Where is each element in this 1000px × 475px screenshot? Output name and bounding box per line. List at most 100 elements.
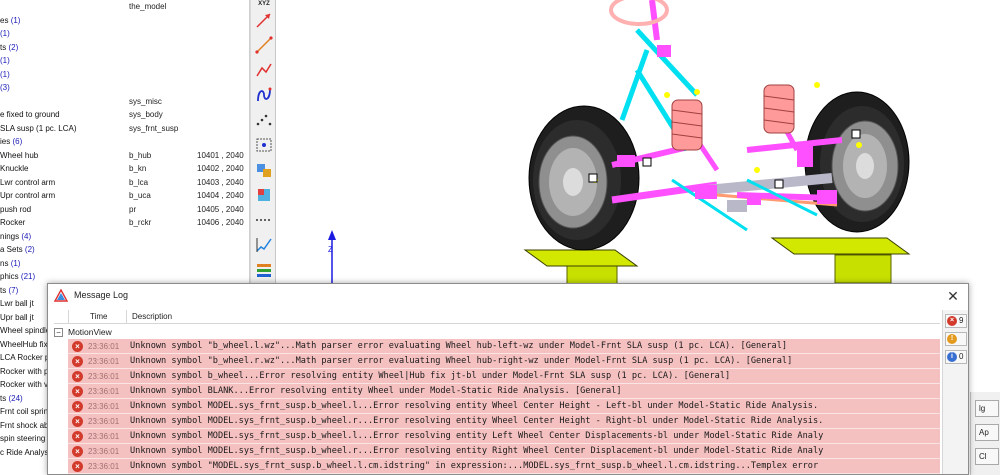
message-list[interactable]: × 23:36:01 Unknown symbol "b_wheel.l.wz"..… bbox=[68, 339, 940, 475]
message-group-label: MotionView bbox=[68, 327, 112, 337]
browser-row[interactable]: push rod pr 10405 , 2040 bbox=[0, 203, 249, 217]
error-icon: × bbox=[72, 386, 83, 397]
message-row[interactable]: × 23:36:01 Unknown symbol "b_wheel.r.wz"..… bbox=[68, 354, 940, 369]
message-time: 23:36:01 bbox=[88, 417, 120, 426]
dotted-line-icon[interactable] bbox=[254, 210, 274, 230]
message-row[interactable]: × 23:36:01 Unknown symbol "b_wheel.l.wz"..… bbox=[68, 339, 940, 354]
browser-row-label: a Sets (2) bbox=[0, 243, 35, 257]
error-count: 9 bbox=[959, 316, 964, 325]
browser-row[interactable]: Upr control arm b_uca 10404 , 2040 bbox=[0, 189, 249, 203]
browser-row-name: Upr ball jt bbox=[0, 312, 34, 322]
message-row[interactable]: × 23:36:01 Unknown symbol MODEL.sys_frnt_s… bbox=[68, 444, 940, 459]
message-log-titlebar[interactable]: Message Log ✕ bbox=[48, 284, 968, 308]
message-time: 23:36:01 bbox=[88, 387, 120, 396]
joint-dots-icon[interactable] bbox=[254, 110, 274, 130]
message-log-window[interactable]: Message Log ✕ Time Description − MotionV… bbox=[47, 283, 969, 475]
browser-row-id: 10402 , 2040 bbox=[197, 164, 244, 173]
message-row[interactable]: × 23:36:01 Unknown symbol MODEL.sys_frnt_s… bbox=[68, 399, 940, 414]
browser-row[interactable]: Lwr control arm b_lca 10403 , 2040 bbox=[0, 176, 249, 190]
browser-row[interactable]: the_model bbox=[0, 0, 249, 14]
message-group-motionview[interactable]: − MotionView bbox=[54, 325, 940, 339]
message-filter-panel: × 9! i 0 bbox=[942, 310, 968, 474]
browser-row[interactable]: Wheel hub b_hub 10401 , 2040 bbox=[0, 149, 249, 163]
browser-row-label: LCA Rocker p bbox=[0, 351, 49, 365]
browser-row[interactable]: (1) bbox=[0, 68, 249, 82]
graph-icon[interactable] bbox=[254, 235, 274, 255]
browser-row-name: Lwr control arm bbox=[0, 177, 56, 187]
browser-row[interactable]: a Sets (2) bbox=[0, 243, 249, 257]
filter-warning-button[interactable]: ! bbox=[945, 332, 967, 346]
browser-row[interactable]: ts (2) bbox=[0, 41, 249, 55]
browser-row-count: (2) bbox=[24, 245, 35, 254]
message-time: 23:36:01 bbox=[88, 402, 120, 411]
browser-row-label: Wheel spindle bbox=[0, 324, 50, 338]
browser-row-count: (6) bbox=[12, 137, 23, 146]
browser-row[interactable]: ies (6) bbox=[0, 135, 249, 149]
browser-row[interactable]: e fixed to ground sys_body bbox=[0, 108, 249, 122]
column-time-header[interactable]: Time bbox=[90, 312, 107, 321]
browser-row[interactable]: (3) bbox=[0, 81, 249, 95]
browser-row[interactable]: phics (21) bbox=[0, 270, 249, 284]
browser-row-label: Frnt shock abs bbox=[0, 419, 52, 433]
message-row[interactable]: × 23:36:01 Unknown symbol BLANK...Error re… bbox=[68, 384, 940, 399]
browser-row-variable: b_kn bbox=[129, 164, 147, 173]
close-button[interactable]: ✕ bbox=[942, 286, 964, 306]
polyline-icon[interactable] bbox=[254, 60, 274, 80]
collapse-toggle-icon[interactable]: − bbox=[54, 328, 63, 337]
contour-icon[interactable] bbox=[254, 185, 274, 205]
browser-row[interactable]: SLA susp (1 pc. LCA) sys_frnt_susp bbox=[0, 122, 249, 136]
message-row[interactable]: × 23:36:01 Unknown symbol MODEL.sys_frnt_s… bbox=[68, 414, 940, 429]
spring-icon[interactable] bbox=[254, 85, 274, 105]
error-icon: × bbox=[72, 416, 83, 427]
browser-row-name: SLA susp (1 pc. LCA) bbox=[0, 123, 77, 133]
browser-row-label: spin steering bbox=[0, 432, 45, 446]
column-description-header[interactable]: Description bbox=[132, 312, 172, 321]
message-time: 23:36:01 bbox=[88, 447, 120, 456]
line-marker-icon[interactable] bbox=[254, 35, 274, 55]
browser-row-name: ns bbox=[0, 258, 9, 268]
browser-row-label: (1) bbox=[0, 54, 10, 68]
browser-row-label: Wheel hub bbox=[0, 149, 38, 163]
browser-row-name: Upr control arm bbox=[0, 191, 56, 200]
point-move-icon[interactable] bbox=[254, 135, 274, 155]
browser-row[interactable]: sys_misc bbox=[0, 95, 249, 109]
suspension-links bbox=[611, 0, 843, 232]
browser-row-count: (2) bbox=[8, 42, 19, 52]
browser-row-name: Lwr ball jt bbox=[0, 299, 34, 308]
message-row[interactable]: × 23:36:01 Unknown symbol MODEL.sys_frnt_s… bbox=[68, 429, 940, 444]
message-row[interactable]: × 23:36:01 Unknown symbol b_wheel...Error … bbox=[68, 369, 940, 384]
browser-row-name: Rocker with v bbox=[0, 380, 49, 389]
browser-row-count: (7) bbox=[8, 285, 19, 295]
browser-row-count: (1) bbox=[0, 56, 10, 65]
background-dialog-button[interactable]: Ap bbox=[975, 424, 999, 441]
filter-info-button[interactable]: i0 bbox=[945, 350, 967, 364]
info-icon: i bbox=[947, 352, 957, 362]
message-row[interactable]: × 23:36:01 Unknown symbol "MODEL.sys_frnt_… bbox=[68, 459, 940, 474]
background-dialog-button[interactable]: lg bbox=[975, 400, 999, 417]
browser-row[interactable]: Knuckle b_kn 10402 , 2040 bbox=[0, 162, 249, 176]
browser-row[interactable]: Rocker b_rckr 10406 , 2040 bbox=[0, 216, 249, 230]
browser-row-variable: b_uca bbox=[129, 191, 151, 200]
browser-row[interactable]: (1) bbox=[0, 27, 249, 41]
stack-icon[interactable] bbox=[254, 260, 274, 280]
browser-row[interactable]: ns (1) bbox=[0, 257, 249, 271]
browser-row-name: spin steering bbox=[0, 434, 46, 443]
axis-z-label: Z bbox=[328, 245, 333, 254]
message-log-column-header: Time Description bbox=[54, 310, 940, 324]
browser-row[interactable]: es (1) bbox=[0, 14, 249, 28]
browser-row-label: ns (1) bbox=[0, 257, 20, 271]
browser-row[interactable]: nings (4) bbox=[0, 230, 249, 244]
browser-row-id: 10403 , 2040 bbox=[197, 177, 244, 187]
browser-row-count: (1) bbox=[0, 29, 10, 38]
body-icon[interactable] bbox=[254, 160, 274, 180]
browser-row-name: Rocker bbox=[0, 218, 26, 227]
background-dialog-button[interactable]: Cl bbox=[975, 448, 999, 465]
filter-error-button[interactable]: × 9 bbox=[945, 314, 967, 328]
browser-row[interactable]: (1) bbox=[0, 54, 249, 68]
browser-row-label: ts (2) bbox=[0, 41, 18, 55]
arrow-marker-icon[interactable] bbox=[254, 10, 274, 30]
browser-row-count: (3) bbox=[0, 83, 10, 92]
browser-row-id: 10401 , 2040 bbox=[197, 150, 244, 160]
browser-row-label: Rocker with v bbox=[0, 378, 48, 392]
error-icon: × bbox=[947, 316, 957, 326]
